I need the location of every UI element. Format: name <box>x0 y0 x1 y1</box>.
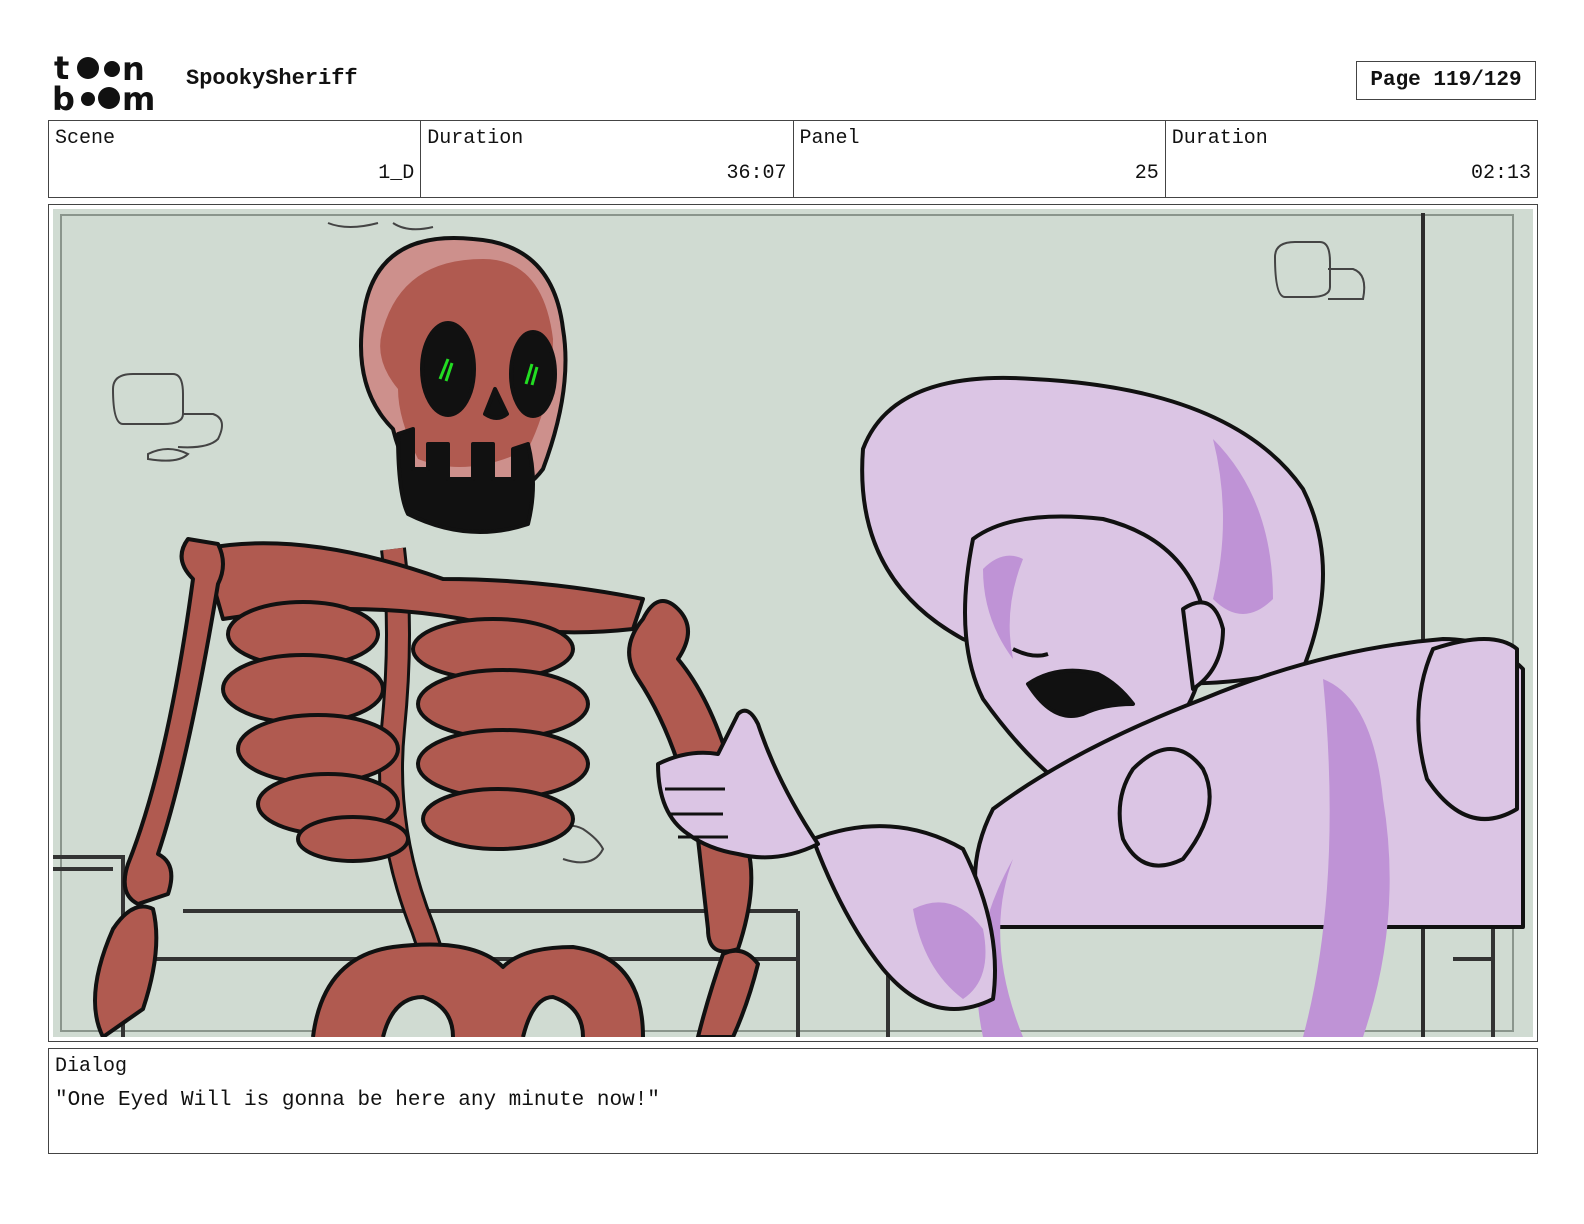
page-indicator: Page 119/129 <box>1356 61 1536 100</box>
toonboom-logo: t n b m <box>52 52 155 112</box>
scene-value: 1_D <box>378 162 415 185</box>
panel-illustration <box>53 209 1533 1037</box>
scene-duration-value: 36:07 <box>726 162 787 185</box>
panel-duration-value: 02:13 <box>1470 162 1531 185</box>
panel-value: 25 <box>1134 162 1159 185</box>
svg-text:b: b <box>52 80 75 112</box>
dialog-label: Dialog <box>55 1055 128 1078</box>
panel-cell: Panel 25 <box>794 121 1166 197</box>
panel-duration-cell: Duration 02:13 <box>1166 121 1537 197</box>
scene-label: Scene <box>55 127 116 150</box>
scene-duration-cell: Duration 36:07 <box>421 121 794 197</box>
svg-text:m: m <box>122 80 155 112</box>
scene-cell: Scene 1_D <box>49 121 422 197</box>
page-label: Page <box>1370 69 1421 92</box>
page-number: 119/129 <box>1433 69 1522 92</box>
project-title: SpookySheriff <box>186 66 358 91</box>
panel-duration-label: Duration <box>1171 127 1268 150</box>
panel-label: Panel <box>799 127 860 150</box>
dialog-text: "One Eyed Will is gonna be here any minu… <box>55 1089 660 1112</box>
scene-duration-label: Duration <box>427 127 524 150</box>
dialog-box: Dialog "One Eyed Will is gonna be here a… <box>48 1048 1538 1154</box>
panel-info-row: Scene 1_D Duration 36:07 Panel 25 Durati… <box>48 120 1538 198</box>
storyboard-panel <box>48 204 1538 1042</box>
